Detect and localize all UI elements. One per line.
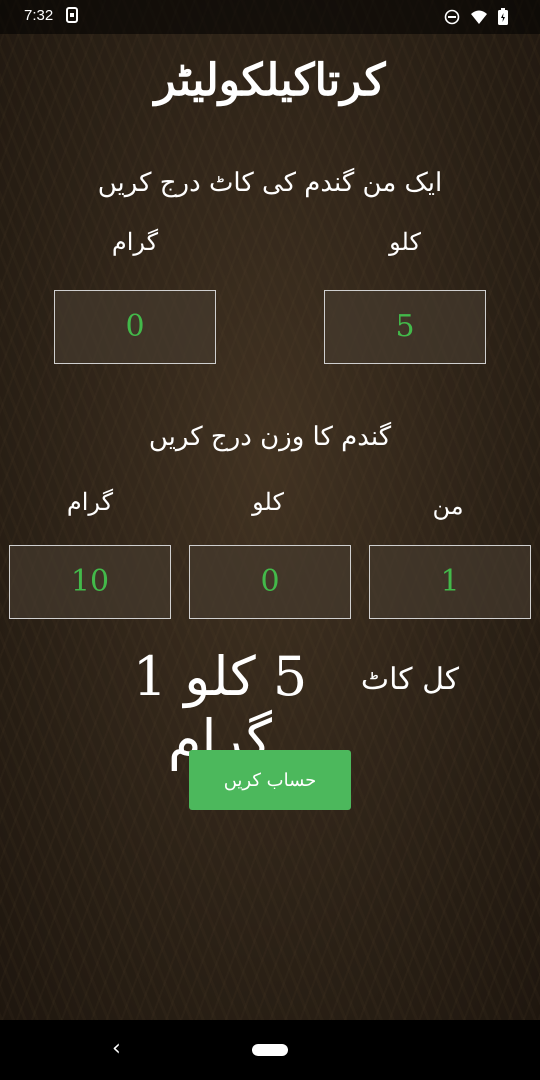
wifi-icon <box>470 9 488 29</box>
dnd-icon <box>444 9 460 29</box>
notification-icon <box>66 7 78 23</box>
cut-gram-input[interactable]: 0 <box>54 290 216 364</box>
weight-kilo-input[interactable]: 0 <box>189 545 351 619</box>
weight-kilo-label: کلو <box>252 488 284 516</box>
home-pill-icon[interactable] <box>252 1044 288 1056</box>
calculate-button-label: حساب کریں <box>223 769 317 791</box>
weight-gram-label: گرام <box>66 488 114 516</box>
status-bar: 7:32 <box>0 0 540 34</box>
status-time: 7:32 <box>24 7 54 24</box>
calculator-screen: کرتاکیلکولیٹر ایک من گندم کی کاٹ درج کری… <box>0 0 540 1020</box>
weight-gram-input[interactable]: 10 <box>9 545 171 619</box>
calculate-button[interactable]: حساب کریں <box>189 750 351 810</box>
battery-icon <box>498 8 508 29</box>
weight-mann-label: من <box>432 492 464 520</box>
page-title: کرتاکیلکولیٹر <box>154 55 386 106</box>
back-icon[interactable]: ‹ <box>112 1036 121 1061</box>
total-cut-label: کل کاٹ <box>360 662 460 697</box>
cut-gram-label: گرام <box>111 228 159 256</box>
weight-section-heading: گندم کا وزن درج کریں <box>148 422 392 452</box>
cut-kilo-input[interactable]: 5 <box>324 290 486 364</box>
weight-mann-input[interactable]: 1 <box>369 545 531 619</box>
cut-section-heading: ایک من گندم کی کاٹ درج کریں <box>97 168 443 198</box>
cut-kilo-label: کلو <box>389 228 421 256</box>
